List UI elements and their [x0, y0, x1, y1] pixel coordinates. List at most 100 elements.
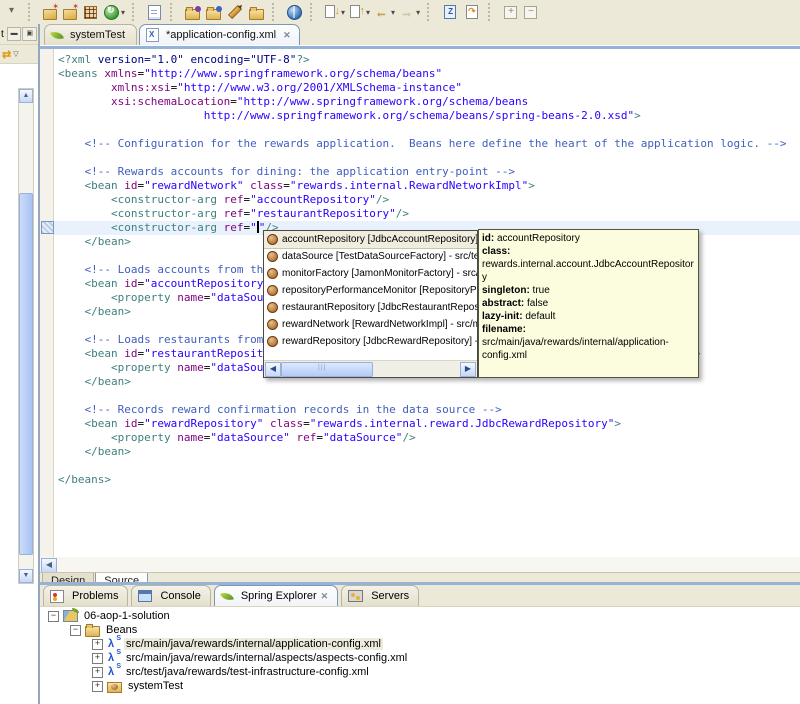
- open-resource-icon[interactable]: [203, 2, 224, 22]
- tree-row[interactable]: + src/main/java/rewards/internal/aspects/…: [40, 649, 800, 665]
- open-type-icon[interactable]: [182, 2, 203, 22]
- collapse-all-icon[interactable]: [520, 2, 540, 22]
- left-view-toolbar: ⇄ ▽: [0, 45, 38, 64]
- code-line[interactable]: <beans xmlns="http://www.springframework…: [54, 67, 800, 81]
- tree-expander-icon[interactable]: −: [70, 624, 81, 636]
- completion-text: accountRepository [JdbcAccountRepository…: [282, 234, 477, 245]
- new-bean-grid-icon[interactable]: [80, 2, 101, 22]
- scroll-up-icon[interactable]: ▲: [19, 89, 33, 103]
- editor-tab--application-config-xml[interactable]: *application-config.xml ✕: [139, 24, 300, 45]
- code-line[interactable]: [54, 123, 800, 137]
- tree-row[interactable]: − 06-aop-1-solution: [40, 608, 800, 623]
- scroll-left-icon[interactable]: ◀: [41, 558, 57, 572]
- back-icon[interactable]: ▾: [372, 2, 397, 22]
- completion-item[interactable]: repositoryPerformanceMonitor [Repository…: [264, 282, 477, 299]
- tree-expander-icon[interactable]: +: [92, 666, 103, 678]
- left-view-scrollbar[interactable]: ▲ ▼: [18, 88, 34, 584]
- tree-row[interactable]: + src/main/java/rewards/internal/applicat…: [40, 635, 800, 651]
- open-type-icon: [185, 5, 202, 20]
- code-line[interactable]: </bean>: [54, 445, 800, 459]
- tree-expander-icon[interactable]: +: [92, 638, 103, 650]
- dropdown-caret-icon[interactable]: ▾: [341, 8, 345, 17]
- pin-editor-icon[interactable]: [439, 2, 461, 22]
- editor-tab-systemtest[interactable]: systemTest: [44, 24, 138, 45]
- content-assist-popup: accountRepository [JdbcAccountRepository…: [263, 230, 478, 378]
- bean-icon: [267, 268, 278, 279]
- link-with-editor-icon[interactable]: ⇄: [2, 48, 11, 61]
- code-line[interactable]: http://www.springframework.org/schema/be…: [54, 109, 800, 123]
- new-wizard-icon[interactable]: [40, 2, 60, 22]
- code-line[interactable]: <bean id="rewardNetwork" class="rewards.…: [54, 179, 800, 193]
- tree-expander-icon[interactable]: +: [92, 652, 103, 664]
- previous-annotation-icon[interactable]: ▾: [347, 2, 372, 22]
- current-line-marker: [41, 221, 54, 234]
- scroll-down-icon[interactable]: ▼: [19, 569, 33, 583]
- highlight-icon[interactable]: [224, 2, 246, 22]
- scroll-right-icon[interactable]: ▶: [460, 362, 476, 377]
- completion-item[interactable]: monitorFactory [JamonMonitorFactory] - s…: [264, 265, 477, 282]
- close-icon[interactable]: ✕: [321, 591, 329, 602]
- tree-row[interactable]: + systemTest: [40, 679, 800, 693]
- next-annotation-icon[interactable]: ▾: [322, 2, 347, 22]
- code-line[interactable]: <!-- Records reward confirmation records…: [54, 403, 800, 417]
- code-line[interactable]: <!-- Rewards accounts for dining: the ap…: [54, 165, 800, 179]
- code-line[interactable]: <?xml version="1.0" encoding="UTF-8"?>: [54, 53, 800, 67]
- completion-item[interactable]: rewardNetwork [RewardNetworkImpl] - src/…: [264, 316, 477, 333]
- scrollbar-thumb[interactable]: [19, 193, 33, 555]
- properties-page-icon[interactable]: [144, 2, 165, 22]
- completion-item[interactable]: rewardRepository [JdbcRewardRepository] …: [264, 333, 477, 350]
- close-icon[interactable]: ✕: [283, 30, 291, 41]
- toolbar-separator: [272, 3, 279, 21]
- code-line[interactable]: <property name="dataSource" ref="dataSou…: [54, 431, 800, 445]
- code-line[interactable]: [54, 459, 800, 473]
- code-line[interactable]: <constructor-arg ref="restaurantReposito…: [54, 207, 800, 221]
- completion-item[interactable]: dataSource [TestDataSourceFactory] - src…: [264, 248, 477, 265]
- tooltip-row: class: rewards.internal.account.JdbcAcco…: [482, 246, 694, 283]
- tree-label: src/main/java/rewards/internal/aspects/a…: [126, 652, 408, 664]
- editor-hscrollbar[interactable]: ◀: [40, 557, 800, 572]
- code-line[interactable]: <bean id="rewardRepository" class="rewar…: [54, 417, 800, 431]
- last-edit-location-icon[interactable]: [461, 2, 483, 22]
- web-browser-icon[interactable]: [284, 2, 305, 22]
- code-line[interactable]: [54, 389, 800, 403]
- code-line[interactable]: xmlns:xsi="http://www.w3.org/2001/XMLSch…: [54, 81, 800, 95]
- tree-row[interactable]: − Beans: [40, 623, 800, 637]
- scrollbar-thumb[interactable]: [281, 362, 373, 377]
- dropdown-caret-icon[interactable]: ▾: [416, 8, 420, 17]
- forward-icon[interactable]: ▾: [397, 2, 422, 22]
- dropdown-caret-icon[interactable]: ▾: [366, 8, 370, 17]
- view-tab-spring-explorer[interactable]: Spring Explorer ✕: [213, 585, 339, 606]
- scroll-left-icon[interactable]: ◀: [265, 362, 281, 377]
- dropdown-caret-icon[interactable]: ▾: [121, 8, 125, 17]
- code-line[interactable]: <!-- Configuration for the rewards appli…: [54, 137, 800, 151]
- minimize-view-button[interactable]: ▬: [6, 27, 22, 41]
- new-spring-project-icon[interactable]: [60, 2, 80, 22]
- view-tab-console[interactable]: Console: [131, 585, 211, 606]
- annotation-ruler[interactable]: [40, 49, 54, 572]
- code-line[interactable]: [54, 151, 800, 165]
- pin-editor-icon: [444, 5, 457, 19]
- toolbar-overflow-caret[interactable]: [3, 2, 23, 22]
- tree-expander-icon[interactable]: −: [48, 610, 59, 622]
- tree-expander-icon[interactable]: +: [92, 680, 103, 692]
- completion-item[interactable]: restaurantRepository [JdbcRestaurantRepo…: [264, 299, 477, 316]
- tab-label: Problems: [72, 590, 119, 602]
- toolbar-group: [497, 0, 543, 24]
- completion-item[interactable]: accountRepository [JdbcAccountRepository…: [264, 231, 477, 249]
- view-menu-caret-icon[interactable]: ▽: [13, 50, 18, 58]
- tab-label: Spring Explorer: [240, 590, 317, 602]
- view-tab-servers[interactable]: Servers: [341, 585, 420, 606]
- left-view-title: t: [1, 28, 4, 40]
- view-tab-problems[interactable]: Problems: [43, 585, 129, 606]
- refresh-icon[interactable]: ▾: [101, 2, 127, 22]
- tree-row[interactable]: + src/test/java/rewards/test-infrastructu…: [40, 663, 800, 679]
- tab-label: *application-config.xml: [166, 29, 277, 41]
- maximize-view-button[interactable]: ▣: [22, 27, 37, 41]
- code-line[interactable]: <constructor-arg ref="accountRepository"…: [54, 193, 800, 207]
- expand-all-icon[interactable]: [500, 2, 520, 22]
- dropdown-caret-icon[interactable]: ▾: [391, 8, 395, 17]
- code-line[interactable]: </beans>: [54, 473, 800, 487]
- code-line[interactable]: xsi:schemaLocation="http://www.springfra…: [54, 95, 800, 109]
- open-folder-icon[interactable]: [246, 2, 267, 22]
- popup-hscrollbar[interactable]: ◀ ▶: [264, 360, 477, 377]
